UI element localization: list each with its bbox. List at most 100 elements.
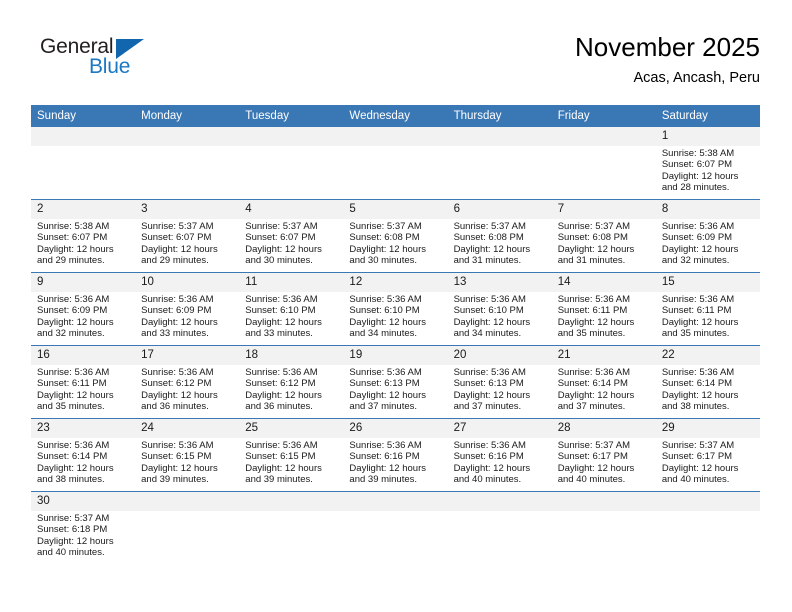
day-number: 27 <box>447 419 552 438</box>
day-info-line: Sunset: 6:09 PM <box>661 232 733 244</box>
day-info-line: and 39 minutes. <box>349 474 418 486</box>
day-sun-info: Sunrise: 5:36 AM Sunset: 6:14 PM Daylight:… <box>552 365 656 413</box>
calendar-day-cell[interactable]: 15 Sunrise: 5:36 AM Sunset: 6:11 PM Dayligh… <box>655 272 760 346</box>
day-info-line: and 37 minutes. <box>557 401 626 413</box>
day-info-line: Sunset: 6:14 PM <box>37 451 108 463</box>
day-info-line: Daylight: 12 hours <box>557 243 635 255</box>
calendar-empty-cell <box>239 127 344 200</box>
day-info-line: and 31 minutes. <box>557 255 626 267</box>
calendar-day-cell[interactable]: 30 Sunrise: 5:37 AM Sunset: 6:18 PM Dayligh… <box>31 491 136 564</box>
calendar-day-cell[interactable]: 17 Sunrise: 5:36 AM Sunset: 6:12 PM Dayligh… <box>135 345 240 419</box>
page-header: General Blue November 2025 Acas, Ancash,… <box>31 30 760 96</box>
day-sun-info: Sunrise: 5:36 AM Sunset: 6:14 PM Daylight:… <box>656 365 760 413</box>
day-sun-info: Sunrise: 5:36 AM Sunset: 6:11 PM Daylight:… <box>656 292 760 340</box>
calendar-day-cell[interactable]: 4 Sunrise: 5:37 AM Sunset: 6:07 PM Daylight… <box>239 199 344 273</box>
day-sun-info: Sunrise: 5:36 AM Sunset: 6:10 PM Daylight:… <box>239 292 343 340</box>
day-info-line: Daylight: 12 hours <box>141 243 218 255</box>
day-info-line: Daylight: 12 hours <box>453 243 531 255</box>
day-info-line: Sunrise: 5:36 AM <box>661 294 735 305</box>
day-number <box>655 492 760 511</box>
day-number: 15 <box>655 273 760 292</box>
day-info-line: and 32 minutes. <box>37 328 105 340</box>
day-info-line: Sunset: 6:15 PM <box>141 451 212 463</box>
calendar-day-cell[interactable]: 10 Sunrise: 5:36 AM Sunset: 6:09 PM Dayligh… <box>135 272 240 346</box>
day-number: 22 <box>655 346 760 365</box>
calendar-empty-cell <box>343 127 448 200</box>
calendar-day-cell[interactable]: 25 Sunrise: 5:36 AM Sunset: 6:15 PM Dayligh… <box>239 418 344 492</box>
calendar-day-cell[interactable]: 28 Sunrise: 5:37 AM Sunset: 6:17 PM Dayligh… <box>551 418 656 492</box>
calendar-day-cell[interactable]: 16 Sunrise: 5:36 AM Sunset: 6:11 PM Dayligh… <box>31 345 136 419</box>
day-sun-info: Sunrise: 5:37 AM Sunset: 6:08 PM Daylight:… <box>448 219 552 267</box>
day-info-line: and 32 minutes. <box>661 255 730 267</box>
calendar-day-cell[interactable]: 12 Sunrise: 5:36 AM Sunset: 6:10 PM Dayligh… <box>343 272 448 346</box>
calendar-empty-cell <box>447 127 552 200</box>
day-info-line: Sunset: 6:17 PM <box>557 451 628 463</box>
day-info-line: Sunrise: 5:36 AM <box>661 221 735 232</box>
calendar-day-cell[interactable]: 13 Sunrise: 5:36 AM Sunset: 6:10 PM Dayligh… <box>447 272 552 346</box>
day-number: 23 <box>31 419 136 438</box>
day-info-line: Sunrise: 5:36 AM <box>453 440 526 451</box>
weekday-header-monday: Monday <box>135 105 240 127</box>
calendar-day-cell[interactable]: 18 Sunrise: 5:36 AM Sunset: 6:12 PM Dayligh… <box>239 345 344 419</box>
day-info-line: Sunset: 6:16 PM <box>453 451 524 463</box>
weekday-header-thursday: Thursday <box>447 105 552 127</box>
calendar-day-cell[interactable]: 9 Sunrise: 5:36 AM Sunset: 6:09 PM Daylight… <box>31 272 136 346</box>
day-info-line: Sunset: 6:18 PM <box>37 524 108 536</box>
day-number: 4 <box>239 200 344 219</box>
calendar-day-cell[interactable]: 19 Sunrise: 5:36 AM Sunset: 6:13 PM Dayligh… <box>343 345 448 419</box>
calendar-day-cell[interactable]: 26 Sunrise: 5:36 AM Sunset: 6:16 PM Dayligh… <box>343 418 448 492</box>
calendar-day-cell[interactable]: 8 Sunrise: 5:36 AM Sunset: 6:09 PM Daylight… <box>655 199 760 273</box>
day-info-line: Sunrise: 5:36 AM <box>37 367 110 378</box>
calendar-empty-cell <box>655 491 760 564</box>
day-number: 14 <box>551 273 656 292</box>
day-info-line: Sunrise: 5:37 AM <box>349 221 422 232</box>
calendar-day-cell[interactable]: 2 Sunrise: 5:38 AM Sunset: 6:07 PM Daylight… <box>31 199 136 273</box>
day-number: 26 <box>343 419 448 438</box>
calendar-day-cell[interactable]: 6 Sunrise: 5:37 AM Sunset: 6:08 PM Daylight… <box>447 199 552 273</box>
weekday-header-sunday: Sunday <box>31 105 136 127</box>
day-info-line: and 30 minutes. <box>245 255 313 267</box>
day-info-line: and 34 minutes. <box>349 328 418 340</box>
day-info-line: Sunset: 6:09 PM <box>37 305 108 317</box>
day-info-line: Sunset: 6:11 PM <box>37 378 107 390</box>
calendar-day-cell[interactable]: 27 Sunrise: 5:36 AM Sunset: 6:16 PM Dayligh… <box>447 418 552 492</box>
calendar-day-cell[interactable]: 14 Sunrise: 5:36 AM Sunset: 6:11 PM Dayligh… <box>551 272 656 346</box>
calendar-day-cell[interactable]: 3 Sunrise: 5:37 AM Sunset: 6:07 PM Daylight… <box>135 199 240 273</box>
day-info-line: and 36 minutes. <box>245 401 313 413</box>
calendar-day-cell[interactable]: 21 Sunrise: 5:36 AM Sunset: 6:14 PM Dayligh… <box>551 345 656 419</box>
calendar-day-cell[interactable]: 23 Sunrise: 5:36 AM Sunset: 6:14 PM Dayligh… <box>31 418 136 492</box>
calendar-day-cell[interactable]: 20 Sunrise: 5:36 AM Sunset: 6:13 PM Dayligh… <box>447 345 552 419</box>
day-info-line: Sunrise: 5:37 AM <box>37 513 110 524</box>
day-sun-info: Sunrise: 5:36 AM Sunset: 6:13 PM Daylight:… <box>343 365 447 413</box>
calendar-week-row: 16 Sunrise: 5:36 AM Sunset: 6:11 PM Dayligh… <box>31 345 760 419</box>
calendar-day-cell[interactable]: 24 Sunrise: 5:36 AM Sunset: 6:15 PM Dayligh… <box>135 418 240 492</box>
day-info-line: Sunrise: 5:36 AM <box>349 294 422 305</box>
calendar-day-cell[interactable]: 7 Sunrise: 5:37 AM Sunset: 6:08 PM Daylight… <box>551 199 656 273</box>
brand-name-blue: Blue <box>89 55 131 78</box>
calendar-day-cell[interactable]: 1 Sunrise: 5:38 AM Sunset: 6:07 PM Daylight… <box>655 127 760 200</box>
day-info-line: Sunrise: 5:36 AM <box>141 367 214 378</box>
day-info-line: Sunset: 6:11 PM <box>661 305 732 317</box>
day-info-line: Daylight: 12 hours <box>349 243 426 255</box>
calendar-day-cell[interactable]: 11 Sunrise: 5:36 AM Sunset: 6:10 PM Dayligh… <box>239 272 344 346</box>
day-sun-info: Sunrise: 5:36 AM Sunset: 6:16 PM Daylight:… <box>448 438 552 486</box>
day-info-line: and 29 minutes. <box>37 255 105 267</box>
day-info-line: Daylight: 12 hours <box>349 316 426 328</box>
day-info-line: Sunrise: 5:37 AM <box>453 221 526 232</box>
day-number: 16 <box>31 346 136 365</box>
day-info-line: Daylight: 12 hours <box>37 535 114 547</box>
day-info-line: and 31 minutes. <box>453 255 522 267</box>
day-info-line: and 35 minutes. <box>37 401 105 413</box>
calendar-day-cell[interactable]: 5 Sunrise: 5:37 AM Sunset: 6:08 PM Daylight… <box>343 199 448 273</box>
day-sun-info: Sunrise: 5:36 AM Sunset: 6:14 PM Daylight:… <box>31 438 135 486</box>
day-info-line: Sunrise: 5:37 AM <box>245 221 318 232</box>
calendar-day-cell[interactable]: 22 Sunrise: 5:36 AM Sunset: 6:14 PM Dayligh… <box>655 345 760 419</box>
day-number: 20 <box>447 346 552 365</box>
calendar-day-cell[interactable]: 29 Sunrise: 5:37 AM Sunset: 6:17 PM Dayligh… <box>655 418 760 492</box>
brand-logo[interactable]: General Blue <box>31 34 231 90</box>
day-number <box>135 127 240 146</box>
day-info-line: Sunrise: 5:36 AM <box>349 440 422 451</box>
day-sun-info: Sunrise: 5:36 AM Sunset: 6:15 PM Daylight:… <box>239 438 343 486</box>
day-number <box>31 127 136 146</box>
calendar-week-row: 9 Sunrise: 5:36 AM Sunset: 6:09 PM Daylight… <box>31 272 760 346</box>
